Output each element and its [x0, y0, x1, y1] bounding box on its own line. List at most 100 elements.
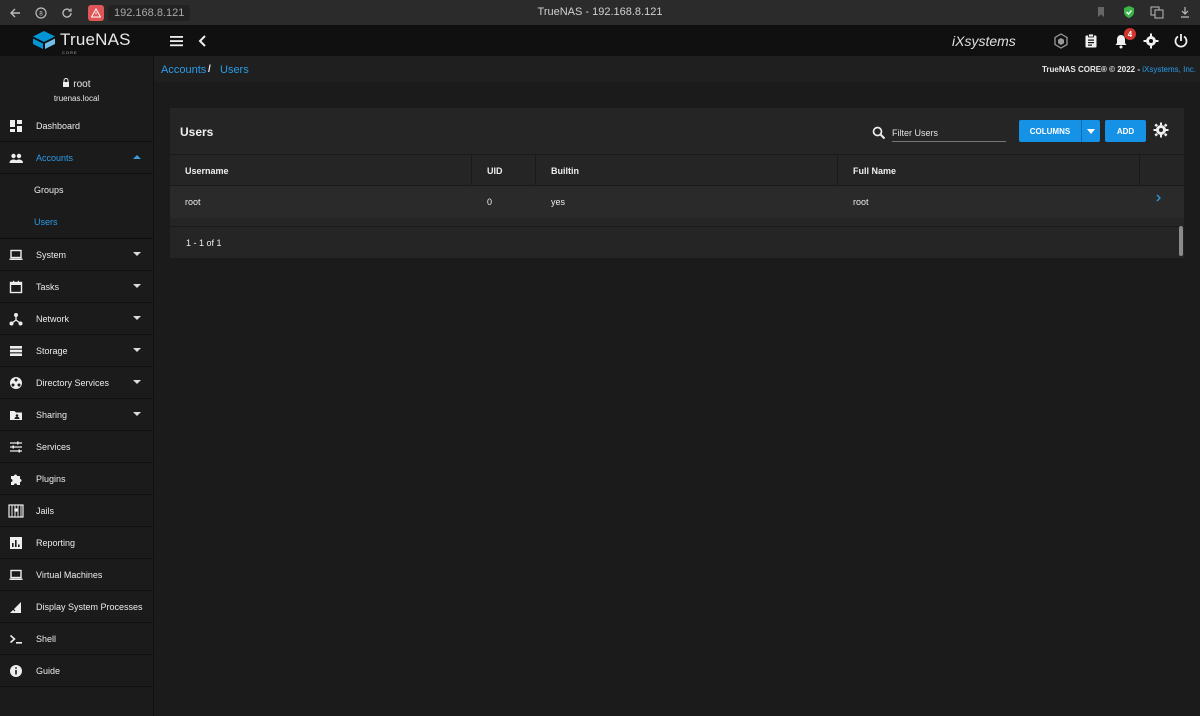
ixsystems-logo[interactable]: iXsystems [952, 33, 1016, 49]
browser-profile-icon[interactable]: 8 [30, 2, 52, 24]
sidebar-item-sharing[interactable]: Sharing [0, 399, 153, 431]
sidebar-item-guide[interactable]: Guide [0, 655, 153, 687]
sidebar-subitem-groups[interactable]: Groups [0, 174, 153, 206]
download-icon[interactable] [1176, 3, 1194, 21]
filter-users-input[interactable] [892, 124, 1006, 142]
reporting-icon [8, 535, 24, 551]
cell-builtin: yes [551, 197, 566, 207]
browser-actions [1092, 3, 1194, 21]
sidebar-item-system[interactable]: System [0, 239, 153, 271]
settings-gear-icon[interactable] [1142, 32, 1160, 50]
sidebar-item-tasks[interactable]: Tasks [0, 271, 153, 303]
power-icon[interactable] [1172, 32, 1190, 50]
expand-caret-icon [133, 316, 141, 320]
header-actions: 4 [1052, 28, 1190, 50]
table-settings-gear-icon[interactable] [1153, 122, 1169, 138]
sidebar-item-directory-services[interactable]: Directory Services [0, 367, 153, 399]
truenas-logo-icon [33, 31, 55, 49]
sidebar-item-label: Storage [36, 345, 68, 356]
sidebar-item-label: Jails [36, 505, 55, 516]
processes-icon [8, 599, 24, 615]
logo-subtext: CORE [62, 50, 78, 55]
sidebar: root truenas.local Dashboard Accounts Gr… [0, 56, 154, 716]
alert-count-badge: 4 [1124, 28, 1136, 40]
column-header-builtin[interactable]: Builtin [536, 155, 838, 187]
accounts-submenu: Groups Users [0, 174, 153, 239]
insecure-warning-icon[interactable] [88, 5, 104, 21]
cell-username: root [185, 197, 201, 207]
truenas-logo[interactable]: TrueNAS CORE [32, 30, 131, 55]
sidebar-item-label: Display System Processes [36, 601, 143, 612]
collapse-sidebar-icon[interactable] [196, 32, 210, 50]
sidebar-item-label: Virtual Machines [36, 569, 103, 580]
sidebar-item-label: Shell [36, 633, 57, 644]
columns-button[interactable]: COLUMNS [1019, 120, 1100, 142]
breadcrumb-accounts-link[interactable]: Accounts [161, 64, 206, 76]
sidebar-item-dashboard[interactable]: Dashboard [0, 110, 153, 142]
sidebar-subitem-users[interactable]: Users [0, 206, 153, 238]
sidebar-item-label: System [36, 249, 67, 260]
table-scrollbar[interactable] [1179, 226, 1183, 256]
sidebar-item-label: Directory Services [36, 377, 110, 388]
bookmark-icon[interactable] [1092, 3, 1110, 21]
user-info: root truenas.local [0, 56, 153, 110]
sidebar-item-reporting[interactable]: Reporting [0, 527, 153, 559]
sidebar-item-storage[interactable]: Storage [0, 335, 153, 367]
sidebar-item-shell[interactable]: Shell [0, 623, 153, 655]
search-icon [872, 126, 886, 140]
virtual-machines-icon [8, 567, 24, 583]
breadcrumb: Accounts / Users TrueNAS CORE® © 2022 - … [154, 56, 1200, 82]
sidebar-item-label: Reporting [36, 537, 76, 548]
cell-full-name: root [853, 197, 869, 207]
browser-reload-icon[interactable] [56, 2, 78, 24]
dashboard-icon [8, 118, 24, 134]
expand-caret-icon [133, 412, 141, 416]
collapse-caret-icon [133, 155, 141, 159]
directory-services-icon [8, 375, 24, 391]
sidebar-item-label: Services [36, 441, 71, 452]
cell-uid: 0 [487, 197, 493, 207]
sidebar-item-virtual-machines[interactable]: Virtual Machines [0, 559, 153, 591]
menu-toggle-icon[interactable] [168, 32, 186, 50]
alerts-bell-icon[interactable]: 4 [1112, 28, 1136, 50]
shell-icon [8, 631, 24, 647]
column-header-username[interactable]: Username [170, 155, 472, 187]
truecommand-icon[interactable] [1052, 32, 1070, 50]
expand-row-chevron-icon[interactable] [1156, 194, 1166, 208]
sidebar-item-accounts[interactable]: Accounts [0, 142, 153, 174]
sidebar-item-network[interactable]: Network [0, 303, 153, 335]
sidebar-item-jails[interactable]: Jails [0, 495, 153, 527]
sidebar-item-label: Tasks [36, 281, 60, 292]
system-icon [8, 247, 24, 263]
shield-extension-icon[interactable] [1120, 3, 1138, 21]
expand-caret-icon [133, 284, 141, 288]
address-bar[interactable]: 192.168.8.121 [88, 4, 191, 22]
sidebar-item-display-system-processes[interactable]: Display System Processes [0, 591, 153, 623]
column-header-uid[interactable]: UID [472, 155, 536, 187]
address-text[interactable]: 192.168.8.121 [108, 5, 191, 21]
pagination-info: 1 - 1 of 1 [186, 238, 222, 248]
chevron-down-icon[interactable] [1081, 120, 1100, 142]
table-row[interactable]: root 0 yes root [170, 186, 1184, 218]
storage-icon [8, 343, 24, 359]
app-header: TrueNAS CORE iXsystems 4 [0, 26, 1200, 56]
table-header: Username UID Builtin Full Name [170, 154, 1184, 187]
column-header-full-name[interactable]: Full Name [838, 155, 1140, 187]
sidebar-item-label: Dashboard [36, 120, 81, 131]
ixsystems-link[interactable]: iXsystems, Inc. [1142, 65, 1196, 74]
guide-icon [8, 663, 24, 679]
sidebar-item-label: Plugins [36, 473, 66, 484]
add-user-button[interactable]: ADD [1105, 120, 1146, 142]
browser-back-icon[interactable] [4, 2, 26, 24]
translate-icon[interactable] [1148, 3, 1166, 21]
copyright-text: TrueNAS CORE® © 2022 - [1041, 65, 1143, 74]
network-icon [8, 311, 24, 327]
sidebar-item-label: Accounts [36, 152, 74, 163]
task-manager-icon[interactable] [1082, 32, 1100, 50]
username-row: root [0, 78, 153, 90]
breadcrumb-users-link[interactable]: Users [220, 64, 249, 76]
sidebar-item-services[interactable]: Services [0, 431, 153, 463]
sidebar-item-plugins[interactable]: Plugins [0, 463, 153, 495]
plugins-icon [8, 471, 24, 487]
sidebar-item-label: Sharing [36, 409, 68, 420]
